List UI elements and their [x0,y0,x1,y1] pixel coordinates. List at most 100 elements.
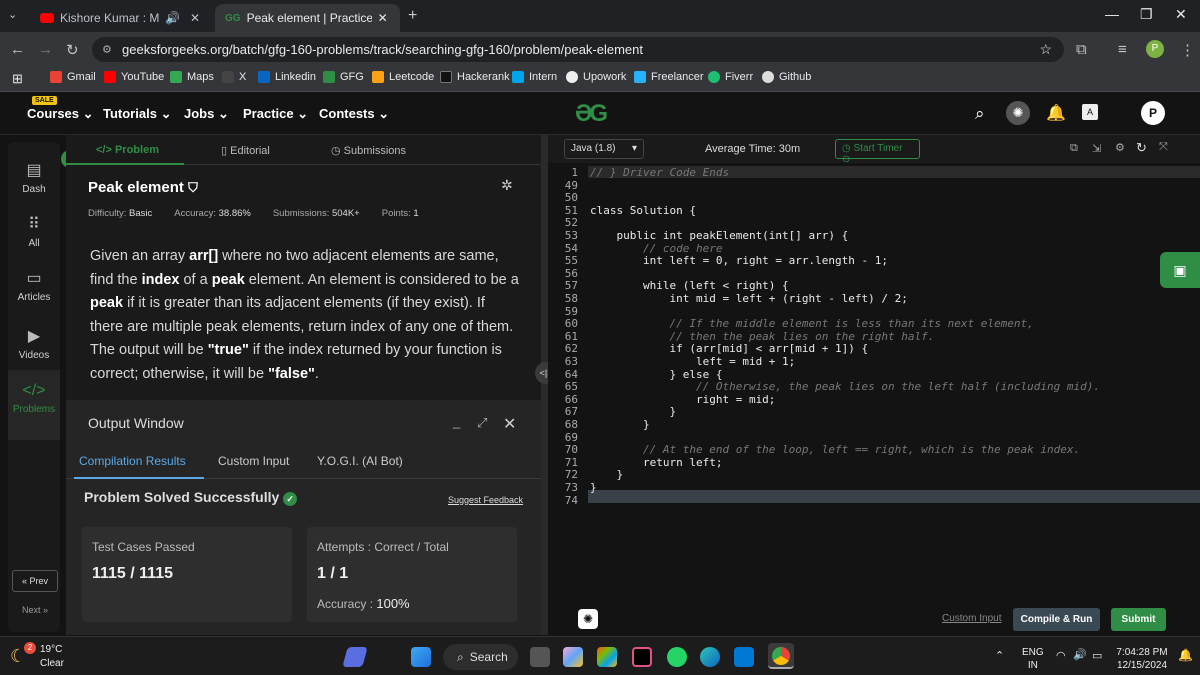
report-bug-icon[interactable]: ✲ [501,177,513,194]
suggest-feedback-link[interactable]: Suggest Feedback [448,495,523,505]
chat-float-icon[interactable]: ▣ [1160,252,1200,288]
bookmark-gmail[interactable]: Gmail [50,71,96,83]
browser-tab-youtube[interactable]: Kishore Kumar : Mere Sapn 🔊 ✕ [30,4,210,32]
tab-editorial[interactable]: ▯ Editorial [221,144,270,157]
line-number: 67 [564,405,578,419]
menu-contests[interactable]: Contests ⌄ [319,106,389,122]
submit-button[interactable]: Submit [1111,608,1166,631]
sidebar-item-all[interactable]: ⠿ All [8,214,60,249]
bookmark-upowork[interactable]: Upowork [566,71,626,83]
task-view-icon[interactable] [530,647,550,667]
new-tab-button[interactable]: + [408,7,417,25]
reset-icon[interactable]: ↻ [1136,140,1147,156]
expand-icon[interactable]: ⤢ [477,415,487,431]
bookmark-fiverr[interactable]: Fiverr [708,71,753,83]
vscode-icon[interactable] [734,647,754,667]
chrome-icon[interactable] [768,643,794,669]
sidebar-item-articles[interactable]: ▭ Articles [8,268,60,303]
tray-overflow-icon[interactable]: ⌃ [995,649,1004,662]
start-timer-button[interactable]: ◷ Start Timer ⊙ [835,139,920,165]
window-close-icon[interactable]: ✕ [1175,6,1187,23]
avatar[interactable]: P [1141,101,1165,125]
sidebar-item-videos[interactable]: ▶ Videos [8,326,60,361]
tab-yogi-bot[interactable]: Y.O.G.I. (AI Bot) [317,454,403,468]
store-icon[interactable] [597,647,617,667]
volume-icon[interactable]: 🔊 [1073,648,1087,661]
reload-icon[interactable]: ↻ [66,41,79,59]
site-info-icon[interactable]: ⚙ [102,43,112,56]
minimize-icon[interactable]: — [1105,6,1119,22]
bookmark-freelancer[interactable]: Freelancer [634,71,704,83]
bookmark-hackerank[interactable]: Hackerank [440,71,510,83]
windows-start-icon[interactable] [411,647,431,667]
menu-practice[interactable]: Practice ⌄ [243,106,308,122]
copy-icon[interactable]: ⧉ [1070,142,1078,155]
compile-run-button[interactable]: Compile & Run [1013,608,1100,631]
menu-jobs[interactable]: Jobs ⌄ [184,106,229,122]
bookmark-x[interactable]: X [222,71,246,83]
tab-search-button[interactable]: ⌄ [8,8,17,21]
notification-bell-icon[interactable]: 🔔 [1178,648,1193,662]
forward-icon[interactable]: → [38,41,53,58]
theme-toggle-icon[interactable]: ✺ [1006,101,1030,125]
language-select[interactable]: Java (1.8) ▾ [564,139,644,159]
intellij-icon[interactable] [632,647,652,667]
bookmark-maps[interactable]: Maps [170,71,214,83]
sidebar-item-dash[interactable]: ▤ Dash [8,160,60,195]
tab-compilation-results[interactable]: Compilation Results [79,454,186,468]
apps-icon[interactable]: ⊞ [12,71,23,87]
code-line: } else { [590,367,723,381]
media-icon[interactable]: ≡ [1118,41,1127,58]
whatsapp-icon[interactable] [667,647,687,667]
language-indicator[interactable]: ENG IN [1022,646,1044,672]
profile-avatar[interactable]: P [1146,40,1164,58]
restore-icon[interactable]: ❐ [1140,6,1153,23]
bookmark-linkedin[interactable]: Linkedin [258,71,316,83]
close-icon[interactable]: ✕ [190,11,200,25]
edge-icon[interactable] [700,647,720,667]
url-bar[interactable]: ⚙ geeksforgeeks.org/batch/gfg-160-proble… [92,37,1064,62]
tab-submissions[interactable]: ◷ Submissions [331,144,406,157]
wifi-icon[interactable]: ◠ [1056,649,1066,662]
sidebar-item-problems[interactable]: </> Problems [8,370,60,440]
code-editor[interactable]: 1 // } Driver Code Ends 49 50 51 class Soluti… [548,163,1200,601]
search-icon[interactable]: ⌕ [975,104,985,124]
close-icon[interactable]: ✕ [503,414,516,434]
back-icon[interactable]: ← [10,41,25,58]
export-icon[interactable]: ⇲ [1092,142,1101,155]
browser-tab-gfg[interactable]: GG Peak element | Practice | Geeksf ✕ [215,4,400,32]
panel-splitter[interactable] [541,135,548,635]
weather-widget[interactable]: ☾ 2 19°C Clear [10,642,90,672]
hint-bulb-icon[interactable]: ✺ [578,609,598,629]
copilot-icon[interactable] [563,647,583,667]
fullscreen-icon[interactable]: ⤧ [1159,141,1168,154]
bookmark-github[interactable]: Github [762,71,811,83]
speaker-icon[interactable]: 🔊 [165,11,180,25]
bell-icon[interactable]: 🔔 [1046,103,1066,123]
prev-button[interactable]: « Prev [12,570,58,592]
battery-icon[interactable]: ▭ [1092,649,1102,662]
close-icon[interactable]: ✕ [378,11,388,25]
tab-problem[interactable]: </> Problem [96,144,159,156]
bookmark-icon[interactable]: ⛉ [188,180,198,195]
menu-dots-icon[interactable]: ⋮ [1180,41,1195,59]
minimize-icon[interactable]: _ [453,414,460,429]
tab-custom-input[interactable]: Custom Input [218,454,289,468]
bookmark-intern[interactable]: Intern [512,71,557,83]
menu-tutorials[interactable]: Tutorials ⌄ [103,106,171,122]
problem-description: Given an array arr[] where no two adjace… [90,248,519,382]
bookmark-star-icon[interactable]: ☆ [1039,41,1052,58]
menu-courses[interactable]: Courses ⌄ [27,106,94,122]
bookmark-youtube[interactable]: YouTube [104,71,164,83]
bookmark-leetcode[interactable]: Leetcode [372,71,434,83]
pinned-app-icon[interactable] [342,647,368,667]
bookmark-gfg[interactable]: GFG [323,71,364,83]
custom-input-link[interactable]: Custom Input [942,613,1001,624]
next-button[interactable]: Next » [12,600,58,622]
settings-icon[interactable]: ⚙ [1115,141,1125,154]
extensions-icon[interactable]: ⧉ [1076,41,1087,58]
gfg-logo-icon[interactable]: ƏG [575,100,608,128]
clock[interactable]: 7:04:28 PM 12/15/2024 [1113,646,1171,672]
taskbar-search[interactable]: ⌕ Search [443,644,518,670]
translate-icon[interactable]: A [1082,104,1098,120]
